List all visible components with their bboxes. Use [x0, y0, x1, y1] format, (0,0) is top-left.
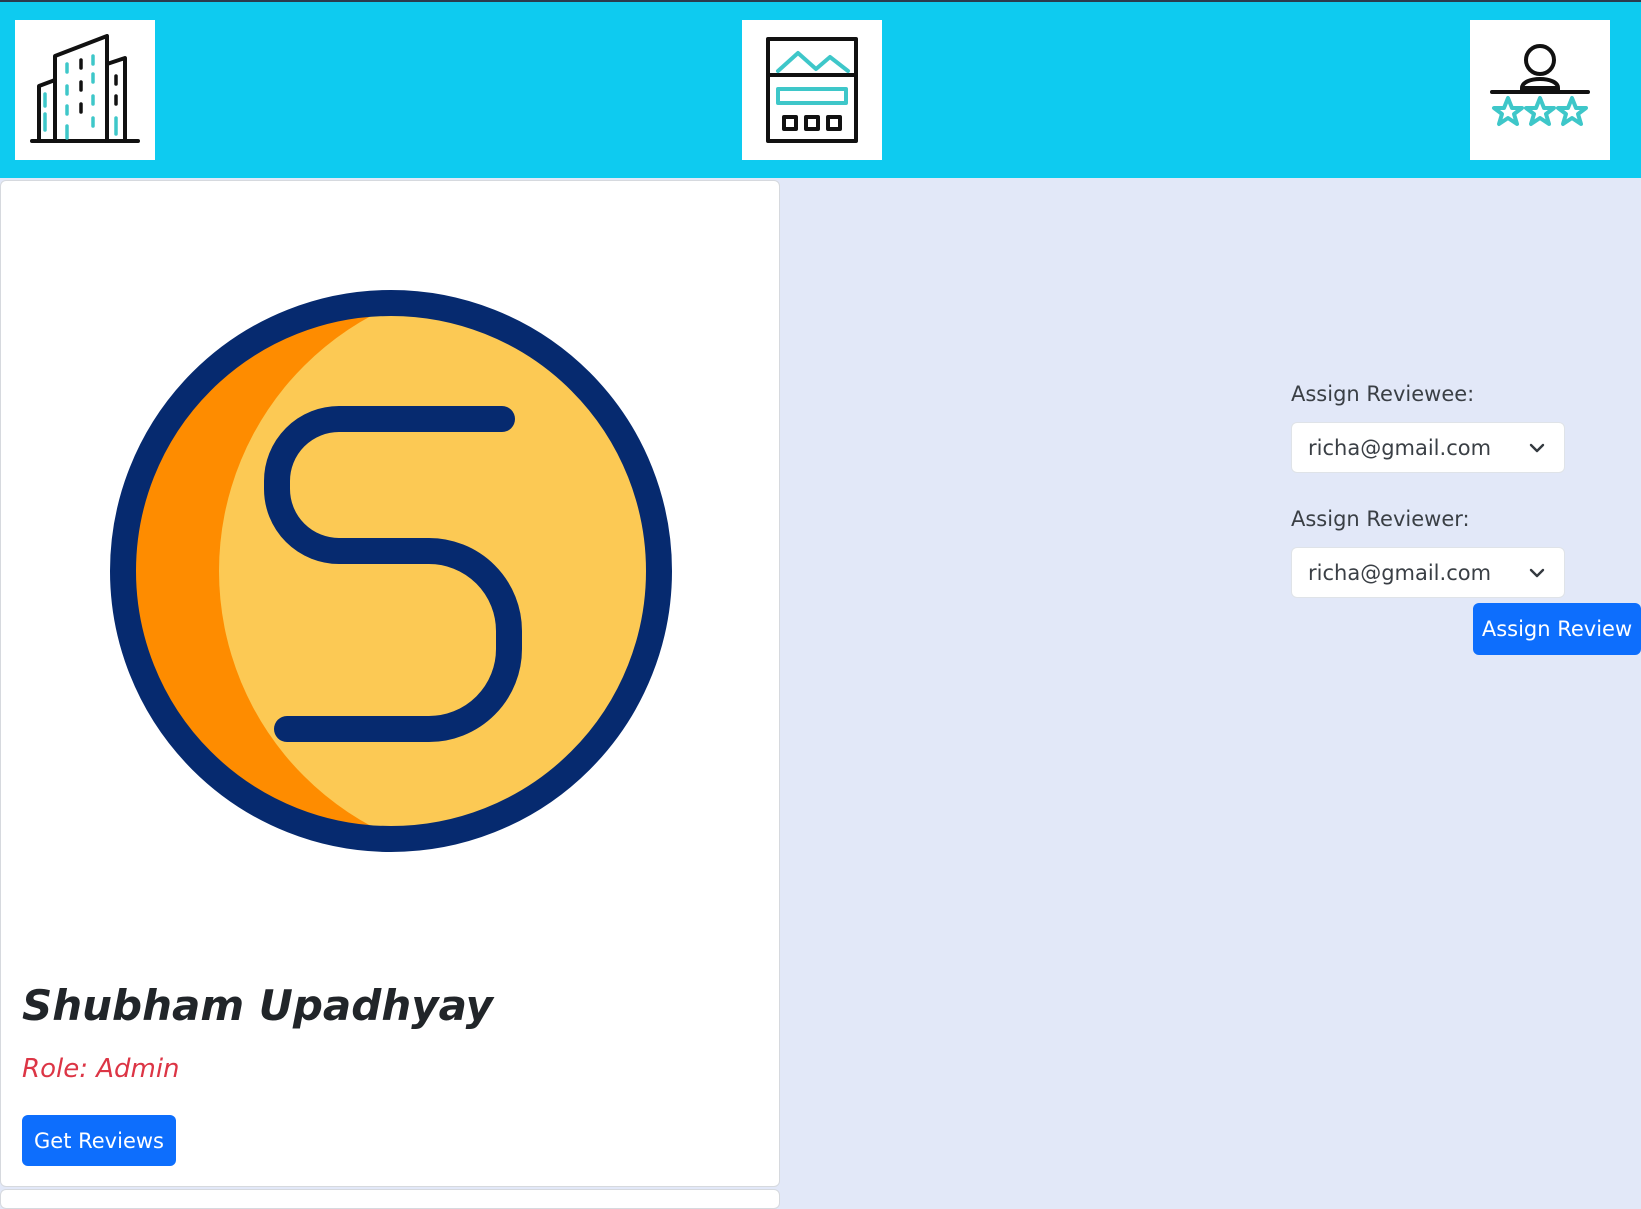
assign-reviewer-value: richa@gmail.com: [1308, 560, 1492, 585]
profile-name: Shubham Upadhyay: [22, 981, 494, 1030]
assign-reviewee-value: richa@gmail.com: [1308, 435, 1492, 460]
assign-reviewer-label: Assign Reviewer:: [1291, 507, 1470, 531]
card-bottom-edge: [0, 1189, 780, 1209]
assign-review-button[interactable]: Assign Review: [1473, 603, 1641, 655]
profile-card: Shubham Upadhyay Role: Admin Get Reviews: [0, 180, 780, 1187]
chevron-down-icon: [1529, 443, 1545, 453]
assign-reviewee-label: Assign Reviewee:: [1291, 382, 1475, 406]
assign-reviewee-select[interactable]: richa@gmail.com: [1291, 422, 1565, 473]
get-reviews-button[interactable]: Get Reviews: [22, 1115, 176, 1166]
avatar: [110, 290, 672, 852]
nav-companies-link[interactable]: [15, 20, 155, 160]
profile-role: Role: Admin: [22, 1054, 180, 1084]
user-rating-icon: [1490, 44, 1590, 126]
building-icon: [30, 34, 140, 143]
assign-reviewer-select[interactable]: richa@gmail.com: [1291, 547, 1565, 598]
chevron-down-icon: [1529, 568, 1545, 578]
navbar: [0, 2, 1641, 178]
nav-reviews-link[interactable]: [1470, 20, 1610, 160]
dashboard-icon: [766, 37, 858, 143]
nav-dashboard-link[interactable]: [742, 20, 882, 160]
